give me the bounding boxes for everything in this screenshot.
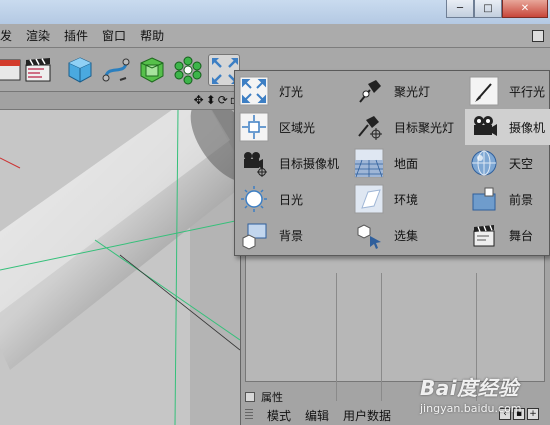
- window-controls: ─ □ ✕: [446, 0, 548, 18]
- window-titlebar: ─ □ ✕: [0, 0, 550, 24]
- menu-item-label: 聚光灯: [394, 84, 431, 99]
- nurbs-button[interactable]: [136, 54, 168, 86]
- menu-item-label: 背景: [279, 228, 304, 243]
- attributes-label: 属性: [261, 391, 283, 404]
- attributes-toggle-icon[interactable]: [245, 392, 255, 402]
- menu-item-stage[interactable]: 舞台: [465, 217, 550, 253]
- close-icon: ✕: [520, 3, 530, 14]
- cube-button[interactable]: [64, 54, 96, 86]
- menu-item-render[interactable]: 渲染: [19, 27, 57, 44]
- clapperboard-icon: [25, 58, 51, 82]
- spotlight-icon: [354, 76, 384, 106]
- menu-item-label: 目标聚光灯: [394, 120, 455, 135]
- array-button[interactable]: [172, 54, 204, 86]
- grip-handle[interactable]: [245, 409, 253, 421]
- menu-item-label: 区域光: [279, 120, 316, 135]
- spline-button[interactable]: [100, 54, 132, 86]
- target-spotlight-icon: [354, 112, 384, 142]
- 3d-viewport[interactable]: [0, 110, 240, 425]
- stage-icon: [469, 220, 499, 250]
- minimize-icon: ─: [456, 3, 464, 14]
- sky-icon: [469, 148, 499, 178]
- zoom-view-icon[interactable]: ⬍: [206, 93, 216, 107]
- close-button[interactable]: ✕: [502, 0, 548, 18]
- menu-item-target-spotlight[interactable]: 目标聚光灯: [350, 109, 462, 145]
- menu-item-label: 日光: [279, 192, 304, 207]
- menu-edit[interactable]: 编辑: [305, 407, 329, 424]
- menu-user-data[interactable]: 用户数据: [343, 407, 391, 424]
- menu-item-background[interactable]: 背景: [235, 217, 347, 253]
- menu-item-label: 灯光: [279, 84, 304, 99]
- menu-item-foreground[interactable]: 前景: [465, 181, 550, 217]
- camera-icon: [469, 112, 499, 142]
- move-view-icon[interactable]: ✥: [194, 93, 204, 107]
- minimize-button[interactable]: ─: [446, 0, 474, 18]
- environment-icon: [354, 184, 384, 214]
- menu-item-help[interactable]: 帮助: [133, 27, 171, 44]
- menu-item-sky[interactable]: 天空: [465, 145, 550, 181]
- baidu-watermark: Bai度经验 jingyan.baidu.com: [420, 372, 550, 422]
- menu-mode[interactable]: 模式: [267, 407, 291, 424]
- menu-item-label: 选集: [394, 228, 419, 243]
- sun-icon: [239, 184, 269, 214]
- render-settings-icon: [0, 59, 21, 81]
- floor-icon: [354, 148, 384, 178]
- nurbs-icon: [140, 57, 164, 83]
- menu-item-camera[interactable]: 摄像机: [465, 109, 550, 145]
- parallel-light-icon: [469, 76, 499, 106]
- menu-item-light[interactable]: 灯光: [235, 73, 347, 109]
- menu-item-target-camera[interactable]: 目标摄像机: [235, 145, 347, 181]
- light-objects-dropdown: 灯光 聚光灯 平行光 区域光 目标聚光灯 摄像机 目标摄像机 地面 天空 日光 …: [234, 70, 550, 256]
- menu-item-floor[interactable]: 地面: [350, 145, 462, 181]
- menu-item-label: 舞台: [509, 228, 534, 243]
- menu-item-parallel-light[interactable]: 平行光: [465, 73, 550, 109]
- viewport-scene: [0, 110, 240, 425]
- menu-item-label: 地面: [394, 156, 419, 171]
- rotate-view-icon[interactable]: ⟳: [218, 93, 228, 107]
- render-settings-button[interactable]: [0, 54, 24, 86]
- menu-item-label: 平行光: [509, 84, 546, 99]
- watermark-logo: Bai度经验: [420, 376, 519, 400]
- maximize-icon: □: [483, 3, 493, 14]
- maximize-button[interactable]: □: [474, 0, 502, 18]
- viewport-header: ✥ ⬍ ⟳ ▫: [0, 92, 240, 110]
- viewport-nav-icons: ✥ ⬍ ⟳ ▫: [194, 93, 238, 107]
- menu-item-label: 目标摄像机: [279, 156, 340, 171]
- menu-item-label: 摄像机: [509, 120, 546, 135]
- layout-icon[interactable]: [532, 30, 544, 42]
- spline-icon: [102, 58, 130, 82]
- watermark-url: jingyan.baidu.com: [420, 402, 522, 415]
- array-icon: [174, 56, 202, 85]
- menu-item-window[interactable]: 窗口: [95, 27, 133, 44]
- cube-icon: [68, 57, 92, 83]
- target-camera-icon: [239, 148, 269, 178]
- menu-item-label: 前景: [509, 192, 534, 207]
- foreground-icon: [469, 184, 499, 214]
- menu-item-label: 天空: [509, 156, 534, 171]
- menu-item-environment[interactable]: 环境: [350, 181, 462, 217]
- menu-item-plugins[interactable]: 插件: [57, 27, 95, 44]
- background-icon: [239, 220, 269, 250]
- menu-item-area-light[interactable]: 区域光: [235, 109, 347, 145]
- menu-item-spotlight[interactable]: 聚光灯: [350, 73, 462, 109]
- menu-item-selection[interactable]: 选集: [350, 217, 462, 253]
- area-light-icon: [239, 112, 269, 142]
- menu-item-sun[interactable]: 日光: [235, 181, 347, 217]
- menu-item-label: 环境: [394, 192, 419, 207]
- menu-item-partial[interactable]: 发: [0, 27, 19, 44]
- menu-bar: 发 渲染 插件 窗口 帮助: [0, 24, 550, 48]
- selection-icon: [354, 220, 384, 250]
- light-icon: [239, 76, 269, 106]
- render-picture-viewer-button[interactable]: [22, 54, 54, 86]
